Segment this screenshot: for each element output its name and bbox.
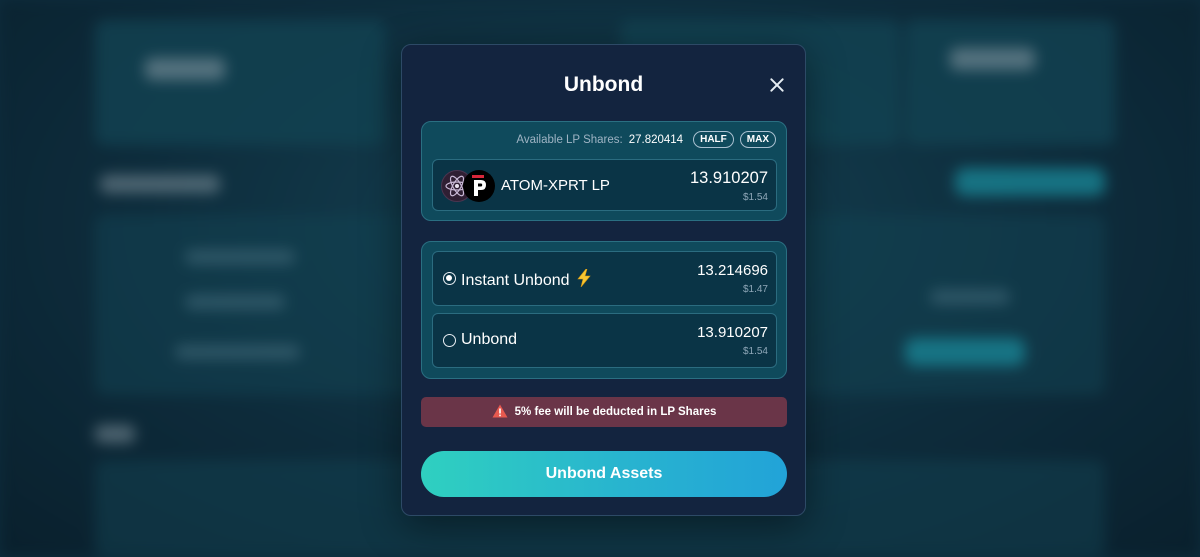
asset-name: ATOM-XPRT LP [501,177,610,194]
option-amount: 13.910207 [697,324,768,341]
option-label: Unbond [461,331,518,348]
fee-warning-banner: 5% fee will be deducted in LP Shares [421,397,787,427]
option-usd-value: $1.54 [742,346,768,357]
persistence-xprt-icon [463,170,495,202]
unbond-modal: Unbond Available LP Shares: 27.820414 HA… [401,44,806,516]
asset-logos [441,170,497,202]
asset-usd-value: $1.54 [742,192,768,203]
lightning-icon [576,268,592,292]
lp-asset-card[interactable]: ATOM-XPRT LP 13.910207 $1.54 [432,159,777,211]
modal-title: Unbond [563,73,644,96]
option-amount: 13.214696 [697,262,768,279]
option-instant-unbond[interactable]: Instant Unbond 13.214696 $1.47 [432,251,777,306]
option-label: Instant Unbond [461,271,570,289]
option-unbond[interactable]: Unbond 13.910207 $1.54 [432,313,777,368]
option-usd-value: $1.47 [742,284,768,295]
fee-warning-text: 5% fee will be deducted in LP Shares [514,406,717,418]
available-value: 27.820414 [628,133,684,146]
unbond-label-wrap: Unbond [461,331,517,349]
asset-amount: 13.910207 [690,169,768,187]
radio-unbond[interactable] [443,334,456,347]
lp-input-panel: Available LP Shares: 27.820414 HALF MAX [421,121,787,221]
unbond-assets-button[interactable]: Unbond Assets [421,451,787,497]
max-button[interactable]: MAX [739,131,776,148]
radio-instant-unbond[interactable] [443,272,456,285]
warning-icon [492,404,508,421]
close-icon[interactable] [769,77,785,93]
available-label: Available LP Shares: [516,133,623,146]
available-shares-row: Available LP Shares: 27.820414 HALF MAX [516,131,776,148]
unbond-options-panel: Instant Unbond 13.214696 $1.47 Unbond 13… [421,241,787,379]
instant-unbond-label-wrap: Instant Unbond [461,268,592,292]
half-button[interactable]: HALF [693,131,734,148]
